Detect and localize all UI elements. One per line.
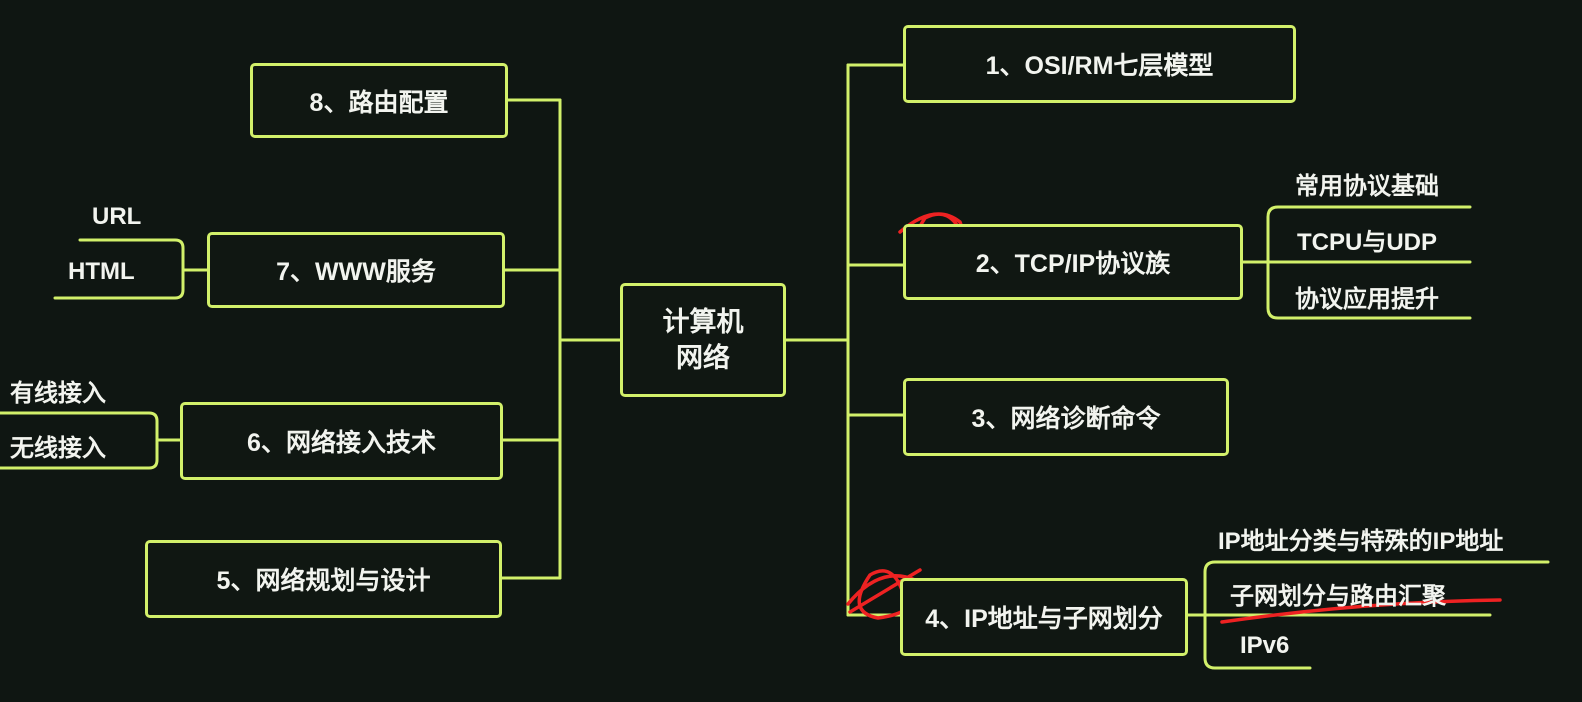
branch-node-b7[interactable]: 7、WWW服务 xyxy=(207,232,505,308)
subtopic-b2-3[interactable]: 协议应用提升 xyxy=(1295,279,1439,314)
branch-node-b3[interactable]: 3、网络诊断命令 xyxy=(903,378,1229,456)
branch-node-b1[interactable]: 1、OSI/RM七层模型 xyxy=(903,25,1296,103)
branch-node-b4[interactable]: 4、IP地址与子网划分 xyxy=(900,578,1188,656)
center-node[interactable]: 计算机 网络 xyxy=(620,283,786,397)
center-title-line1: 计算机 xyxy=(662,307,744,337)
subtopic-b4-2[interactable]: 子网划分与路由汇聚 xyxy=(1230,576,1446,611)
subtopic-b7-1[interactable]: URL xyxy=(92,203,141,231)
center-title-line2: 网络 xyxy=(676,343,730,373)
subtopic-b4-3[interactable]: IPv6 xyxy=(1240,632,1289,660)
subtopic-b2-1[interactable]: 常用协议基础 xyxy=(1295,166,1439,201)
subtopic-b2-2[interactable]: TCPU与UDP xyxy=(1297,222,1437,257)
subtopic-b7-2[interactable]: HTML xyxy=(68,258,135,286)
subtopic-b4-1[interactable]: IP地址分类与特殊的IP地址 xyxy=(1218,521,1503,556)
branch-node-b6[interactable]: 6、网络接入技术 xyxy=(180,402,503,480)
subtopic-b6-2[interactable]: 无线接入 xyxy=(10,428,106,463)
branch-node-b5[interactable]: 5、网络规划与设计 xyxy=(145,540,502,618)
branch-node-b2[interactable]: 2、TCP/IP协议族 xyxy=(903,224,1243,300)
branch-node-b8[interactable]: 8、路由配置 xyxy=(250,63,508,138)
mind-map: 计算机 网络 1、OSI/RM七层模型 2、TCP/IP协议族 3、网络诊断命令… xyxy=(0,0,1582,702)
subtopic-b6-1[interactable]: 有线接入 xyxy=(10,373,106,408)
